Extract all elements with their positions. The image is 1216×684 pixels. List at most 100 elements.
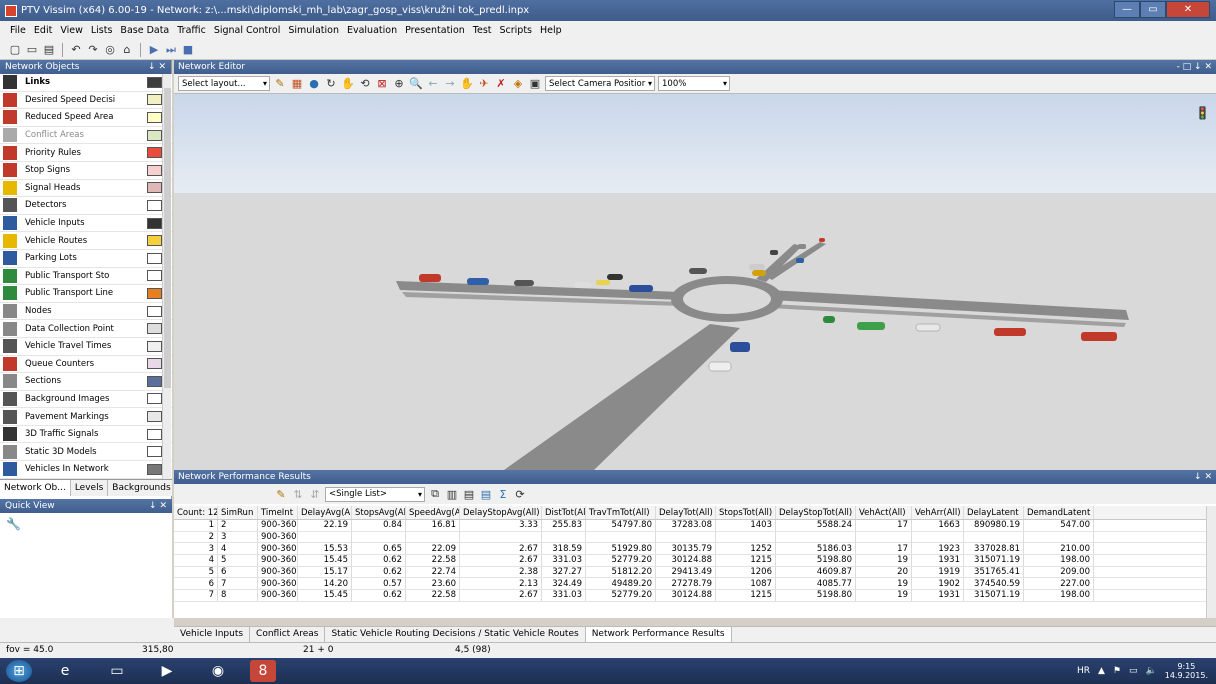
table-row[interactable]: 4 5 900-360 15.45 0.62 22.58 2.67 331.03 52779.2… (174, 555, 1206, 567)
column-header[interactable]: VehAct(All) (856, 506, 912, 519)
network-object-color-swatch[interactable] (147, 411, 162, 423)
network-object-color-swatch[interactable] (147, 252, 162, 264)
3d-network-view[interactable]: 🚦 (174, 94, 1216, 470)
maximize-button[interactable]: ▭ (1140, 1, 1166, 18)
save-as-icon[interactable]: ▤ (479, 487, 493, 501)
column-header[interactable]: DistTot(All) (542, 506, 586, 519)
menu-test[interactable]: Test (469, 25, 496, 36)
menu-base-data[interactable]: Base Data (116, 25, 173, 36)
network-object-sections[interactable]: Sections (0, 373, 172, 391)
tab-vehicle-inputs[interactable]: Vehicle Inputs (174, 627, 251, 642)
column-header[interactable]: DelayLatent (964, 506, 1024, 519)
network-object-color-swatch[interactable] (147, 305, 162, 317)
network-object-vehicles-in-network[interactable]: Vehicles In Network (0, 461, 172, 479)
network-object-color-swatch[interactable] (147, 270, 162, 282)
play-icon[interactable]: ▶ (147, 43, 161, 57)
tab-static-vehicle-routing-decisions-static-vehicle-routes[interactable]: Static Vehicle Routing Decisions / Stati… (325, 627, 586, 642)
network-object-reduced-speed-area[interactable]: Reduced Speed Area (0, 109, 172, 127)
column-header[interactable]: StopsAvg(All) (352, 506, 406, 519)
clock[interactable]: 9:15 14.9.2015. (1165, 662, 1208, 680)
table-row[interactable]: 2 3 900-360 (174, 531, 1206, 544)
grid-icon[interactable]: ▦ (290, 77, 304, 91)
network-object-queue-counters[interactable]: Queue Counters (0, 356, 172, 374)
internet-explorer-icon[interactable]: e (48, 660, 82, 682)
column-header[interactable]: TimeInt (258, 506, 298, 519)
network-object-color-swatch[interactable] (147, 446, 162, 458)
network-object-color-swatch[interactable] (147, 76, 162, 88)
new-file-icon[interactable]: ▢ (8, 43, 22, 57)
menu-presentation[interactable]: Presentation (401, 25, 469, 36)
network-object-color-swatch[interactable] (147, 94, 162, 106)
network-object-public-transport-sto[interactable]: Public Transport Sto (0, 268, 172, 286)
copy-icon[interactable]: ⧉ (428, 487, 442, 501)
network-object-conflict-areas[interactable]: Conflict Areas (0, 127, 172, 145)
tab-network-ob-[interactable]: Network Ob... (0, 480, 71, 496)
traffic-signal-icon[interactable]: 🚦 (1195, 106, 1210, 120)
redo-icon[interactable]: ↷ (86, 43, 100, 57)
network-object-detectors[interactable]: Detectors (0, 197, 172, 215)
pencil-icon[interactable]: ✎ (273, 77, 287, 91)
3d-mode-icon[interactable]: ◈ (511, 77, 525, 91)
tab-backgrounds[interactable]: Backgrounds (108, 480, 176, 496)
results-pin-close-icon[interactable]: ↓ ✕ (1194, 472, 1212, 482)
network-object-background-images[interactable]: Background Images (0, 391, 172, 409)
no-fly-icon[interactable]: ✗ (494, 77, 508, 91)
save-icon[interactable]: ▤ (42, 43, 56, 57)
save-list-icon[interactable]: ▤ (462, 487, 476, 501)
home-icon[interactable]: ⌂ (120, 43, 134, 57)
camera-icon[interactable]: ◎ (103, 43, 117, 57)
column-header[interactable]: DelayStopTot(All) (776, 506, 856, 519)
network-object-color-swatch[interactable] (147, 340, 162, 352)
quick-view-pin-icon[interactable]: ↓ ✕ (149, 501, 167, 511)
network-object-color-swatch[interactable] (147, 358, 162, 370)
table-row[interactable]: 1 2 900-360 22.19 0.84 16.81 3.33 255.83 54797.8… (174, 520, 1206, 532)
column-header[interactable]: DelayTot(All) (656, 506, 716, 519)
menu-evaluation[interactable]: Evaluation (343, 25, 401, 36)
rotate-icon[interactable]: ↻ (324, 77, 338, 91)
results-scrollbar[interactable] (1206, 506, 1216, 618)
menu-edit[interactable]: Edit (30, 25, 56, 36)
network-object-color-swatch[interactable] (147, 287, 162, 299)
column-header[interactable]: DelayAvg(All) (298, 506, 352, 519)
network-object-color-swatch[interactable] (147, 428, 162, 440)
network-object-desired-speed-decisi[interactable]: Desired Speed Decisi (0, 92, 172, 110)
rotate-3d-icon[interactable]: ⟲ (358, 77, 372, 91)
menu-view[interactable]: View (56, 25, 87, 36)
network-object-color-swatch[interactable] (147, 111, 162, 123)
network-object-color-swatch[interactable] (147, 199, 162, 211)
network-object-color-swatch[interactable] (147, 393, 162, 405)
network-icon[interactable]: ▭ (1129, 666, 1138, 676)
language-indicator[interactable]: HR (1077, 666, 1090, 676)
forward-icon[interactable]: → (443, 77, 457, 91)
network-object-links[interactable]: Links (0, 74, 172, 92)
back-icon[interactable]: ← (426, 77, 440, 91)
sort-desc-icon[interactable]: ⇵ (308, 487, 322, 501)
list-type-select[interactable]: <Single List> ▾ (325, 486, 425, 502)
menu-file[interactable]: File (6, 25, 30, 36)
layout-select[interactable]: Select layout... ▾ (178, 76, 270, 91)
network-object-parking-lots[interactable]: Parking Lots (0, 250, 172, 268)
network-object-static-3d-models[interactable]: Static 3D Models (0, 443, 172, 462)
zoom-select[interactable]: 100% ▾ (658, 76, 730, 91)
table-row[interactable]: 7 8 900-360 15.45 0.62 22.58 2.67 331.03 52779.2… (174, 590, 1206, 602)
undo-icon[interactable]: ↶ (69, 43, 83, 57)
sum-icon[interactable]: Σ (496, 487, 510, 501)
flag-icon[interactable]: ⚑ (1113, 666, 1121, 676)
network-object-color-swatch[interactable] (147, 182, 162, 194)
network-object-signal-heads[interactable]: Signal Heads (0, 180, 172, 198)
zoom-all-icon[interactable]: ⊠ (375, 77, 389, 91)
tray-arrow-icon[interactable]: ▲ (1098, 666, 1105, 676)
menu-help[interactable]: Help (536, 25, 566, 36)
tab-levels[interactable]: Levels (71, 480, 109, 496)
network-object-pavement-markings[interactable]: Pavement Markings (0, 408, 172, 426)
step-icon[interactable]: ⏭ (164, 43, 178, 57)
panel-pin-close-icon[interactable]: ↓ ✕ (148, 62, 166, 72)
database-icon[interactable]: ▥ (445, 487, 459, 501)
network-object-color-swatch[interactable] (147, 147, 162, 159)
fly-icon[interactable]: ✈ (477, 77, 491, 91)
column-header[interactable]: DemandLatent (1024, 506, 1094, 519)
network-object-color-swatch[interactable] (147, 235, 162, 247)
network-object-3d-traffic-signals[interactable]: 3D Traffic Signals (0, 426, 172, 444)
chrome-icon[interactable]: ◉ (201, 660, 235, 682)
media-player-icon[interactable]: ▶ (150, 660, 184, 682)
